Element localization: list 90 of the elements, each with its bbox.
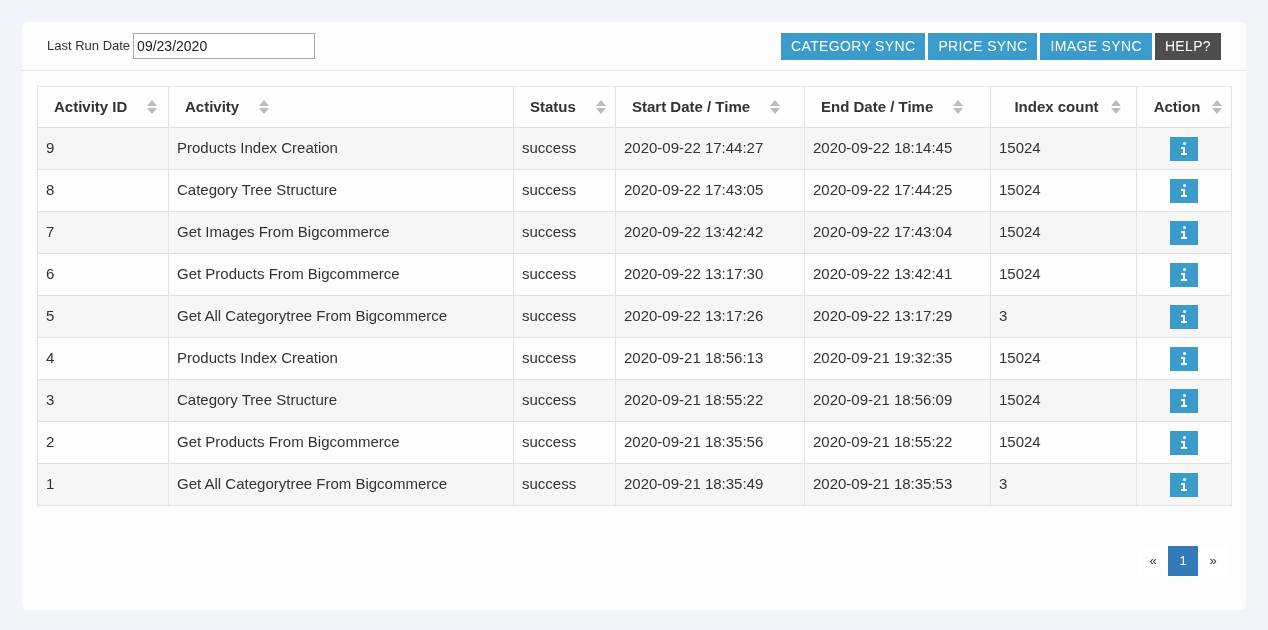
info-icon bbox=[1181, 310, 1187, 323]
table-cell: 2020-09-21 19:32:35 bbox=[804, 337, 991, 380]
table-cell: 6 bbox=[37, 253, 169, 296]
table-cell: 2020-09-22 13:17:29 bbox=[804, 295, 991, 338]
column-header: Activity ID bbox=[54, 96, 128, 117]
table-cell: Get Images From Bigcommerce bbox=[168, 211, 514, 254]
column-header: Activity bbox=[185, 96, 240, 117]
date-label: Last Run Date bbox=[47, 37, 131, 56]
info-button[interactable] bbox=[1170, 346, 1198, 371]
info-button[interactable] bbox=[1170, 220, 1198, 245]
table-cell: 8 bbox=[37, 169, 169, 212]
sort-icon[interactable] bbox=[595, 99, 606, 115]
table-cell: 15024 bbox=[990, 421, 1137, 464]
table-cell: 2020-09-22 13:17:26 bbox=[615, 295, 805, 338]
table-cell: 2020-09-21 18:35:49 bbox=[615, 463, 805, 506]
info-icon bbox=[1181, 436, 1187, 449]
table-cell: Category Tree Structure bbox=[168, 379, 514, 422]
table-cell: 2020-09-21 18:55:22 bbox=[615, 379, 805, 422]
table-cell: Get All Categorytree From Bigcommerce bbox=[168, 295, 514, 338]
table-cell: success bbox=[513, 295, 616, 338]
table-cell: 2020-09-22 17:44:27 bbox=[615, 127, 805, 170]
column-header: Status bbox=[530, 96, 576, 117]
sort-icon[interactable] bbox=[1110, 99, 1121, 115]
table-cell: 3 bbox=[37, 379, 169, 422]
date-input[interactable]: 09/23/2020 bbox=[133, 33, 316, 59]
sort-icon[interactable] bbox=[1212, 99, 1223, 115]
table-cell: 3 bbox=[990, 463, 1137, 506]
table-cell: 2020-09-22 13:17:30 bbox=[615, 253, 805, 296]
info-button[interactable] bbox=[1170, 136, 1198, 161]
info-icon bbox=[1181, 394, 1187, 407]
info-icon bbox=[1181, 226, 1187, 239]
info-button[interactable] bbox=[1170, 430, 1198, 455]
column-header: Index count bbox=[1014, 96, 1099, 117]
sort-icon[interactable] bbox=[147, 99, 158, 115]
info-button[interactable] bbox=[1170, 388, 1198, 413]
info-icon bbox=[1181, 184, 1187, 197]
table-cell: success bbox=[513, 337, 616, 380]
table-cell: Products Index Creation bbox=[168, 127, 514, 170]
table-cell: 2020-09-21 18:56:09 bbox=[804, 379, 991, 422]
table-cell: success bbox=[513, 379, 616, 422]
column-header: End Date / Time bbox=[821, 96, 934, 117]
info-button[interactable] bbox=[1170, 178, 1198, 203]
info-icon bbox=[1181, 478, 1187, 491]
info-icon bbox=[1181, 142, 1187, 155]
table-cell: success bbox=[513, 127, 616, 170]
sort-icon[interactable] bbox=[770, 99, 781, 115]
info-icon bbox=[1181, 352, 1187, 365]
table-cell: 2020-09-22 17:43:04 bbox=[804, 211, 991, 254]
table-cell: success bbox=[513, 169, 616, 212]
table-cell: success bbox=[513, 421, 616, 464]
table-cell: 15024 bbox=[990, 337, 1137, 380]
table-cell: success bbox=[513, 463, 616, 506]
column-header: Action bbox=[1153, 96, 1201, 117]
info-icon bbox=[1181, 268, 1187, 281]
table-cell: 3 bbox=[990, 295, 1137, 338]
column-header: Start Date / Time bbox=[632, 96, 751, 117]
sort-icon[interactable] bbox=[259, 99, 270, 115]
page-link[interactable]: 1 bbox=[1168, 546, 1198, 576]
table-cell: Get Products From Bigcommerce bbox=[168, 421, 514, 464]
table-cell: 2020-09-22 17:43:05 bbox=[615, 169, 805, 212]
table-cell: 15024 bbox=[990, 169, 1137, 212]
table-cell: 15024 bbox=[990, 211, 1137, 254]
table-cell: 2020-09-21 18:55:22 bbox=[804, 421, 991, 464]
table-cell: 2020-09-21 18:35:53 bbox=[804, 463, 991, 506]
table-cell: 15024 bbox=[990, 253, 1137, 296]
table-cell: 4 bbox=[37, 337, 169, 380]
info-button[interactable] bbox=[1170, 304, 1198, 329]
table-cell: 2020-09-22 18:14:45 bbox=[804, 127, 991, 170]
table-cell: success bbox=[513, 211, 616, 254]
table-cell: Get Products From Bigcommerce bbox=[168, 253, 514, 296]
table-cell: 9 bbox=[37, 127, 169, 170]
table-cell: Get All Categorytree From Bigcommerce bbox=[168, 463, 514, 506]
table-cell: 7 bbox=[37, 211, 169, 254]
table-cell: 2020-09-22 17:44:25 bbox=[804, 169, 991, 212]
table-cell: 2020-09-21 18:35:56 bbox=[615, 421, 805, 464]
table-cell: 15024 bbox=[990, 379, 1137, 422]
table-cell: Products Index Creation bbox=[168, 337, 514, 380]
table-cell: 2020-09-21 18:56:13 bbox=[615, 337, 805, 380]
table-cell: success bbox=[513, 253, 616, 296]
table-cell: 1 bbox=[37, 463, 169, 506]
help-button[interactable]: HELP? bbox=[1154, 32, 1221, 60]
info-button[interactable] bbox=[1170, 472, 1198, 497]
table-cell: Category Tree Structure bbox=[168, 169, 514, 212]
table-cell: 2020-09-22 13:42:41 bbox=[804, 253, 991, 296]
table-cell: 15024 bbox=[990, 127, 1137, 170]
info-button[interactable] bbox=[1170, 262, 1198, 287]
table-cell: 5 bbox=[37, 295, 169, 338]
sort-icon[interactable] bbox=[953, 99, 964, 115]
table-cell: 2020-09-22 13:42:42 bbox=[615, 211, 805, 254]
table-cell: 2 bbox=[37, 421, 169, 464]
